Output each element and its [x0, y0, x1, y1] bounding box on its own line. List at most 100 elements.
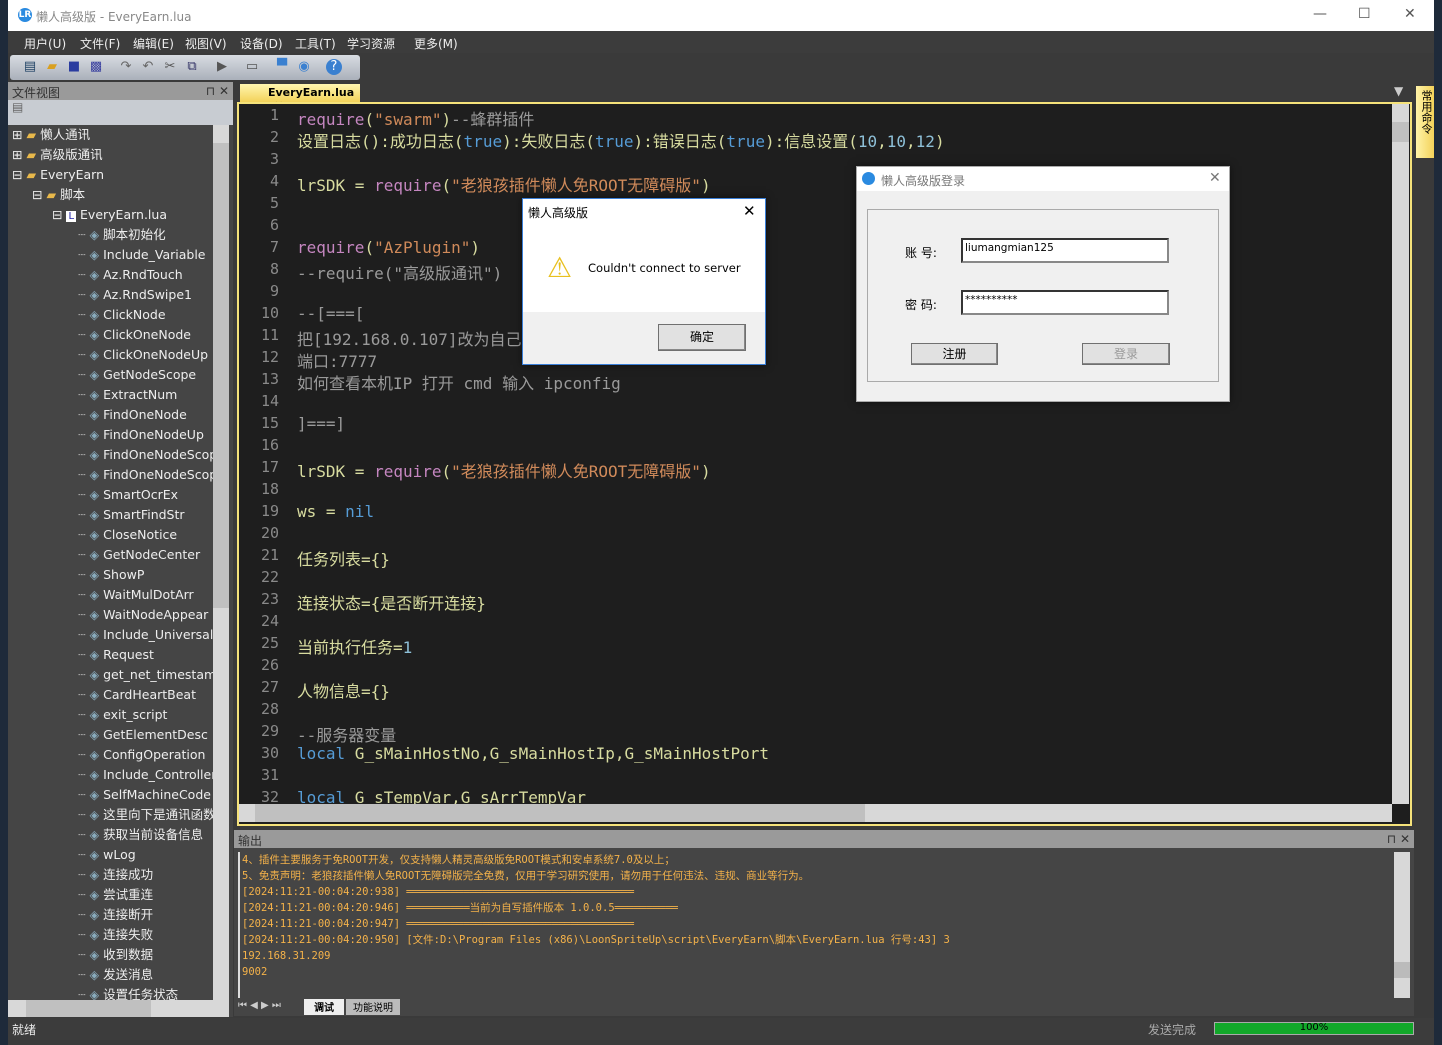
save-icon[interactable]: ■ — [66, 59, 82, 75]
tree-function-item[interactable]: ┄ ◈ FindOneNodeScop — [78, 445, 213, 465]
register-button[interactable]: 注册 — [911, 343, 998, 365]
editor-vertical-scrollbar[interactable] — [1392, 104, 1409, 804]
menu-user[interactable]: 用户(U) — [24, 35, 66, 52]
code-line[interactable]: local G_sMainHostNo,G_sMainHostIp,G_sMai… — [297, 744, 769, 763]
login-close-button[interactable]: ✕ — [1209, 170, 1221, 186]
tree-function-item[interactable]: ┄ ◈ 收到数据 — [78, 945, 153, 965]
password-input[interactable]: ********** — [961, 290, 1169, 315]
code-line[interactable]: lrSDK = require("老狼孩插件懒人免ROOT无障碍版") — [297, 172, 711, 196]
tree-function-item[interactable]: ┄ ◈ wLog — [78, 845, 136, 865]
cut-icon[interactable]: ✂ — [162, 59, 178, 75]
login-button[interactable]: 登录 — [1082, 343, 1170, 365]
tab-dropdown-icon[interactable]: ▼ — [1394, 84, 1403, 98]
expand-icon[interactable]: ⊟ — [52, 207, 62, 222]
menu-device[interactable]: 设备(D) — [240, 35, 283, 52]
menu-tools[interactable]: 工具(T) — [295, 35, 336, 52]
expand-icon[interactable]: ⊞ — [12, 127, 22, 142]
code-line[interactable]: 任务列表={} — [297, 546, 390, 570]
close-panel-icon[interactable]: ⊓ ✕ — [206, 84, 229, 98]
tab-everyearn-lua[interactable]: EveryEarn.lua ✕ — [240, 84, 360, 112]
tree-file[interactable]: ⊟ L EveryEarn.lua — [52, 205, 167, 225]
menu-file[interactable]: 文件(F) — [80, 35, 120, 52]
tree-function-item[interactable]: ┄ ◈ SelfMachineCode — [78, 785, 211, 805]
menu-view[interactable]: 视图(V) — [185, 35, 227, 52]
output-scrollbar[interactable] — [1394, 852, 1410, 998]
tree-function-item[interactable]: ┄ ◈ Include_Variable — [78, 245, 206, 265]
tree-function-item[interactable]: ┄ ◈ SmartFindStr — [78, 505, 185, 525]
tree-function-item[interactable]: ┄ ◈ CloseNotice — [78, 525, 177, 545]
tree-function-item[interactable]: ┄ ◈ 连接失败 — [78, 925, 153, 945]
tree-folder[interactable]: ⊞ ▰ 懒人通讯 — [12, 125, 90, 145]
expand-icon[interactable]: ⊟ — [12, 167, 22, 182]
menu-learning[interactable]: 学习资源 — [347, 35, 395, 52]
code-line[interactable]: lrSDK = require("老狼孩插件懒人免ROOT无障碍版") — [297, 458, 711, 482]
undo-icon[interactable]: ↶ — [140, 59, 156, 75]
tree-function-item[interactable]: ┄ ◈ GetNodeScope — [78, 365, 196, 385]
account-input[interactable]: liumangmian125 — [961, 238, 1169, 263]
tree-function-item[interactable]: ┄ ◈ ClickOneNodeUp — [78, 345, 208, 365]
tree-function-item[interactable]: ┄ ◈ 脚本初始化 — [78, 225, 166, 245]
open-folder-icon[interactable]: ▰ — [44, 59, 60, 75]
tree-folder[interactable]: ⊞ ▰ 高级版通讯 — [12, 145, 103, 165]
tree-function-item[interactable]: ┄ ◈ exit_script — [78, 705, 167, 725]
save-all-icon[interactable]: ▩ — [88, 59, 104, 75]
tree-function-item[interactable]: ┄ ◈ FindOneNodeScop — [78, 465, 213, 485]
tree-function-item[interactable]: ┄ ◈ FindOneNode — [78, 405, 187, 425]
code-line[interactable]: 端口:7777 — [297, 348, 377, 372]
code-line[interactable]: 人物信息={} — [297, 678, 390, 702]
ok-button[interactable]: 确定 — [658, 324, 746, 351]
tree-function-item[interactable]: ┄ ◈ 连接成功 — [78, 865, 153, 885]
new-file-icon[interactable]: ▤ — [22, 59, 38, 75]
minimize-button[interactable]: — — [1313, 6, 1327, 22]
expand-icon[interactable]: ⊟ — [32, 187, 42, 202]
code-line[interactable]: --[===[ — [297, 304, 364, 323]
camera-icon[interactable]: ◉ — [296, 59, 312, 75]
menu-edit[interactable]: 编辑(E) — [133, 35, 174, 52]
close-button[interactable]: ✕ — [1404, 6, 1416, 22]
tree-function-item[interactable]: ┄ ◈ ClickNode — [78, 305, 166, 325]
tab-function-desc[interactable]: 功能说明 — [346, 999, 400, 1015]
tree-function-item[interactable]: ┄ ◈ 这里向下是通讯函数 — [78, 805, 213, 825]
code-line[interactable]: ]===] — [297, 414, 345, 433]
tree-function-item[interactable]: ┄ ◈ ConfigOperation — [78, 745, 205, 765]
code-line[interactable]: 设置日志():成功日志(true):失败日志(true):错误日志(true):… — [297, 128, 945, 152]
tree-function-item[interactable]: ┄ ◈ 设置任务状态 — [78, 985, 178, 1000]
output-nav-buttons[interactable]: ⏮ ◀ ▶ ⏭ — [238, 1000, 281, 1011]
tree-function-item[interactable]: ┄ ◈ CardHeartBeat — [78, 685, 196, 705]
menu-more[interactable]: 更多(M) — [414, 35, 458, 52]
tree-function-item[interactable]: ┄ ◈ 尝试重连 — [78, 885, 153, 905]
code-editor[interactable]: 1 require("swarm")--蜂群插件 2 设置日志():成功日志(true… — [237, 102, 1412, 826]
code-line[interactable]: 连接状态={是否断开连接} — [297, 590, 486, 614]
tree-function-item[interactable]: ┄ ◈ Az.RndTouch — [78, 265, 183, 285]
code-line[interactable]: require("AzPlugin") — [297, 238, 480, 257]
editor-horizontal-scrollbar[interactable] — [239, 804, 1392, 822]
tree-function-item[interactable]: ┄ ◈ get_net_timestamp — [78, 665, 213, 685]
tree-function-item[interactable]: ┄ ◈ GetElementDesc — [78, 725, 208, 745]
tree-function-item[interactable]: ┄ ◈ Request — [78, 645, 154, 665]
tree-function-item[interactable]: ┄ ◈ Include_UniversalV — [78, 625, 213, 645]
code-line[interactable]: require("swarm")--蜂群插件 — [297, 106, 534, 130]
tree-function-item[interactable]: ┄ ◈ 连接断开 — [78, 905, 153, 925]
tree-function-item[interactable]: ┄ ◈ FindOneNodeUp — [78, 425, 204, 445]
tree-function-item[interactable]: ┄ ◈ WaitNodeAppear — [78, 605, 208, 625]
code-line[interactable]: --require("高级版通讯") — [297, 260, 502, 284]
maximize-button[interactable]: ☐ — [1358, 6, 1371, 22]
help-icon[interactable]: ? — [326, 59, 342, 75]
tree-horizontal-scrollbar[interactable] — [8, 1000, 229, 1017]
android-icon[interactable]: ▀ — [274, 59, 290, 75]
tree-function-item[interactable]: ┄ ◈ ClickOneNode — [78, 325, 191, 345]
tree-folder[interactable]: ⊟ ▰ EveryEarn — [12, 165, 104, 185]
copy-icon[interactable]: ⧉ — [184, 59, 200, 75]
run-icon[interactable]: ▶ — [214, 59, 230, 75]
folder-icon[interactable]: ▤ — [8, 100, 23, 114]
tree-vertical-scrollbar[interactable] — [213, 125, 229, 1000]
tree-function-item[interactable]: ┄ ◈ Include_Controller — [78, 765, 213, 785]
tree-function-item[interactable]: ┄ ◈ GetNodeCenter — [78, 545, 200, 565]
tree-function-item[interactable]: ┄ ◈ 发送消息 — [78, 965, 153, 985]
window-icon[interactable]: ▭ — [244, 59, 260, 75]
tree-function-item[interactable]: ┄ ◈ Az.RndSwipe1 — [78, 285, 192, 305]
expand-icon[interactable]: ⊞ — [12, 147, 22, 162]
close-output-icon[interactable]: ⊓ ✕ — [1387, 832, 1410, 846]
tree-function-item[interactable]: ┄ ◈ ShowP — [78, 565, 144, 585]
tab-debug[interactable]: 调试 — [304, 999, 344, 1015]
